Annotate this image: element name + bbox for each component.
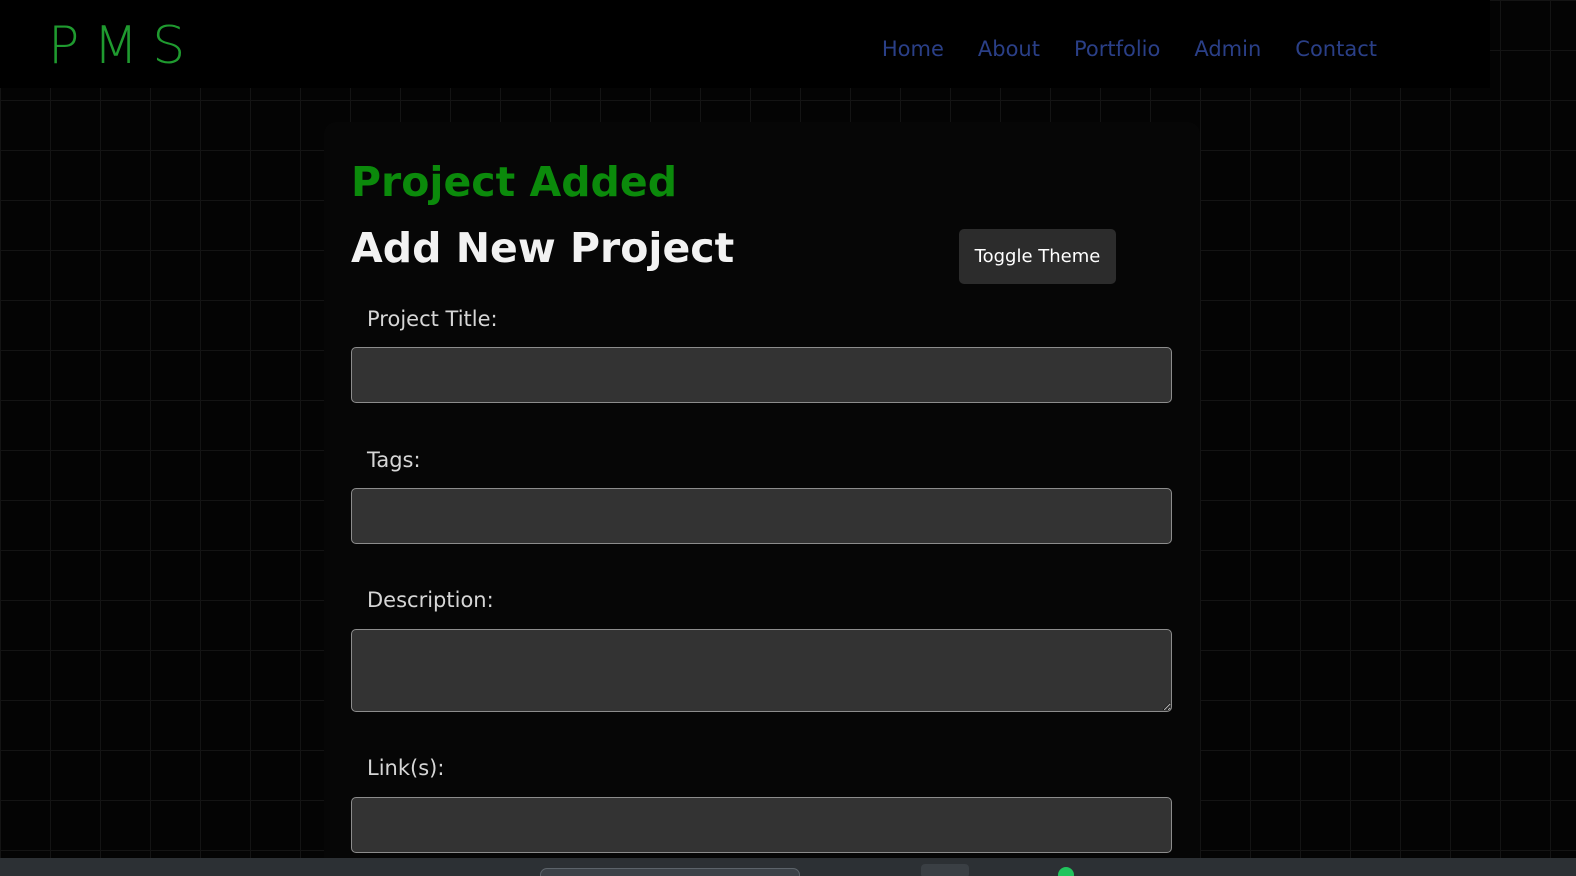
links-input[interactable]	[351, 797, 1172, 853]
links-label: Link(s):	[367, 756, 445, 780]
nav-link-home[interactable]: Home	[882, 32, 944, 66]
description-textarea[interactable]	[351, 629, 1172, 712]
tags-label: Tags:	[367, 448, 421, 472]
nav-link-about[interactable]: About	[978, 32, 1040, 66]
nav-link-admin[interactable]: Admin	[1194, 32, 1261, 66]
main-nav: Home About Portfolio Admin Contact	[882, 32, 1377, 66]
taskbar-app-icon[interactable]	[921, 864, 969, 876]
site-header: PMS Home About Portfolio Admin Contact	[0, 0, 1490, 88]
description-label: Description:	[367, 588, 494, 612]
project-title-label: Project Title:	[367, 307, 498, 331]
nav-link-portfolio[interactable]: Portfolio	[1074, 32, 1160, 66]
site-logo[interactable]: PMS	[48, 14, 199, 78]
project-title-input[interactable]	[351, 347, 1172, 403]
page: PMS Home About Portfolio Admin Contact P…	[0, 0, 1576, 876]
page-title: Add New Project	[351, 224, 735, 272]
tags-input[interactable]	[351, 488, 1172, 544]
status-message: Project Added	[351, 158, 678, 206]
taskbar-search-pill[interactable]	[540, 868, 800, 876]
toggle-theme-button[interactable]: Toggle Theme	[959, 229, 1116, 284]
nav-link-contact[interactable]: Contact	[1295, 32, 1377, 66]
add-project-card: Project Added Add New Project Toggle The…	[324, 122, 1200, 876]
taskbar-status-icon[interactable]	[1058, 867, 1074, 876]
